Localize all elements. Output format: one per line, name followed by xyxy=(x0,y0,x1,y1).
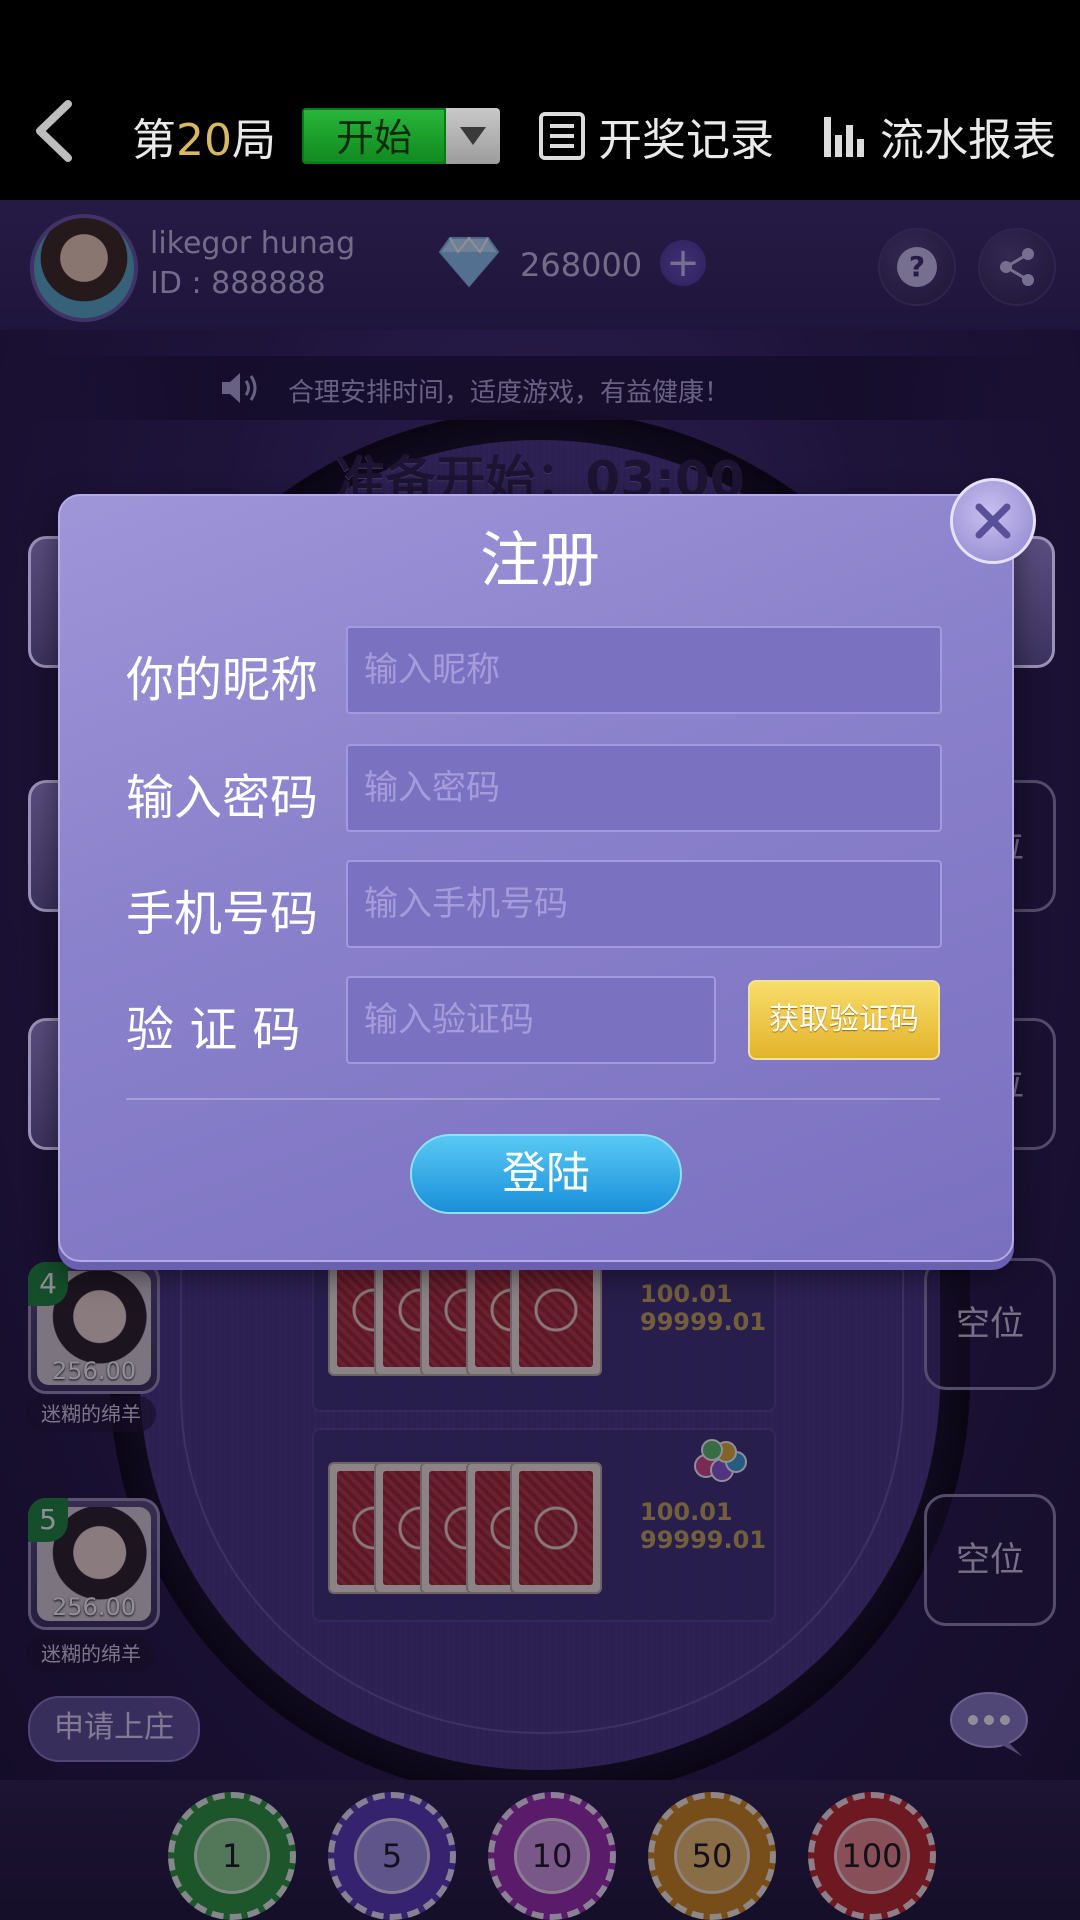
top-bar: 第20局 开始 开奖记录 流水报表 xyxy=(0,60,1080,200)
report-label: 流水报表 xyxy=(880,115,1056,166)
history-label: 开奖记录 xyxy=(598,115,774,166)
dialog-title: 注册 xyxy=(480,526,600,596)
round-indicator: 第20局 xyxy=(132,104,276,168)
round-suffix: 局 xyxy=(232,115,276,166)
back-arrow-icon[interactable] xyxy=(22,96,92,166)
phone-label: 手机号码 xyxy=(126,886,319,942)
dropdown-arrow-icon xyxy=(446,108,500,164)
close-icon xyxy=(975,503,1011,539)
password-input[interactable] xyxy=(346,744,942,832)
report-link[interactable]: 流水报表 xyxy=(822,104,1056,168)
status-bar xyxy=(0,0,1080,60)
nickname-label: 你的昵称 xyxy=(126,652,319,708)
list-icon xyxy=(539,112,585,160)
password-label: 输入密码 xyxy=(126,770,319,826)
verification-code-label: 验 证 码 xyxy=(126,1002,301,1058)
divider xyxy=(126,1098,940,1100)
start-dropdown[interactable]: 开始 xyxy=(302,108,500,164)
nickname-input[interactable] xyxy=(346,626,942,714)
round-prefix: 第 xyxy=(132,115,176,166)
verification-code-input[interactable] xyxy=(346,976,716,1064)
phone-input[interactable] xyxy=(346,860,942,948)
login-button[interactable]: 登陆 xyxy=(410,1134,682,1214)
round-number: 20 xyxy=(176,115,232,166)
history-link[interactable]: 开奖记录 xyxy=(538,104,774,168)
start-dropdown-label: 开始 xyxy=(302,108,446,164)
get-code-button[interactable]: 获取验证码 xyxy=(748,980,940,1060)
bar-chart-icon xyxy=(824,117,864,157)
close-button[interactable] xyxy=(950,478,1036,564)
